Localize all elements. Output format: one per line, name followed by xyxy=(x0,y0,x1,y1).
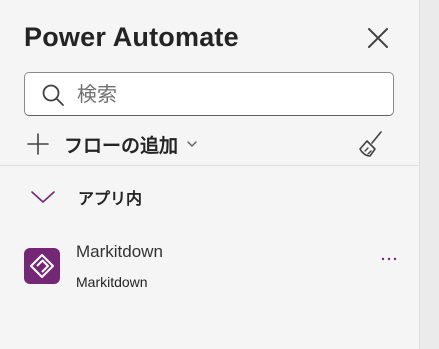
clean-button[interactable] xyxy=(356,129,386,159)
chevron-down-icon xyxy=(31,191,55,203)
group-toggle-in-app[interactable]: アプリ内 xyxy=(30,182,142,212)
toolbar-divider xyxy=(0,165,419,166)
group-label: アプリ内 xyxy=(78,191,143,208)
plus-icon xyxy=(27,133,49,155)
more-icon[interactable] xyxy=(380,254,398,264)
broom-icon xyxy=(359,131,382,157)
flow-list-item[interactable]: Markitdown Markitdown xyxy=(0,232,419,298)
search-box[interactable] xyxy=(24,72,394,116)
close-button[interactable] xyxy=(364,24,392,52)
pane-gutter xyxy=(419,0,439,349)
flow-subtitle: Markitdown xyxy=(76,274,148,290)
flow-name: Markitdown xyxy=(76,242,163,261)
search-icon xyxy=(42,84,64,106)
add-flow-label: フローの追加 xyxy=(64,135,179,157)
chevron-down-icon xyxy=(187,141,197,147)
close-icon xyxy=(368,28,388,48)
power-automate-pane: Power Automate フローの追加 アプリ内 xyxy=(0,0,419,349)
search-input[interactable] xyxy=(75,79,379,111)
add-flow-button[interactable]: フローの追加 xyxy=(26,128,198,160)
pane-title: Power Automate xyxy=(24,22,239,52)
power-apps-icon xyxy=(24,248,60,284)
